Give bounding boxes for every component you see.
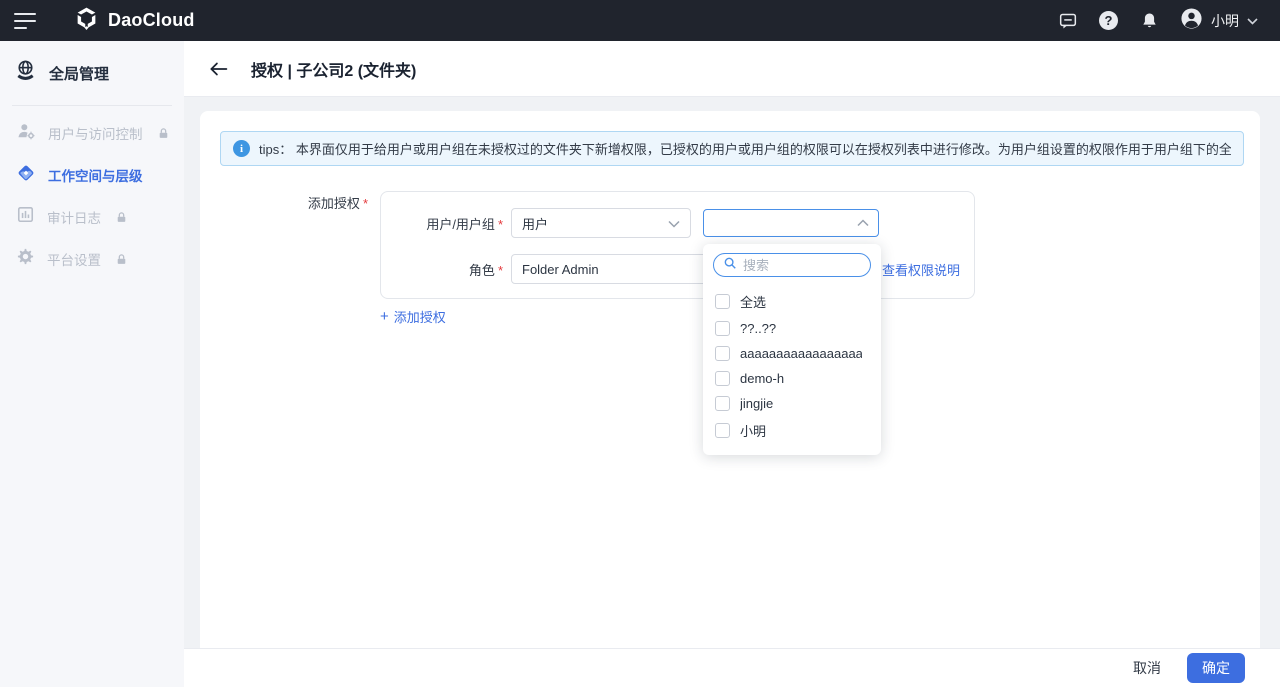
audit-log-icon <box>16 205 35 229</box>
lock-icon <box>157 127 170 140</box>
user-select[interactable] <box>703 209 879 237</box>
sidebar-title-label: 全局管理 <box>49 63 109 84</box>
sidebar-item-platform-settings[interactable]: 平台设置 <box>0 238 184 280</box>
info-icon: i <box>233 140 250 157</box>
user-type-select[interactable]: 用户 <box>511 208 691 238</box>
option-checkbox[interactable] <box>715 396 730 411</box>
logo-text: DaoCloud <box>108 10 195 31</box>
menu-toggle-icon[interactable] <box>12 6 46 36</box>
gear-icon <box>16 247 35 271</box>
role-value: Folder Admin <box>522 262 599 277</box>
user-access-icon <box>16 121 36 146</box>
footer-action-bar: 取消 确定 <box>184 648 1280 687</box>
sidebar: 全局管理 用户与访问控制 <box>0 41 184 687</box>
chevron-down-icon <box>668 216 680 231</box>
option-checkbox[interactable] <box>715 423 730 438</box>
sidebar-divider <box>12 105 172 106</box>
bell-icon[interactable] <box>1139 11 1159 31</box>
dropdown-option[interactable]: 小明 <box>703 416 881 445</box>
avatar-icon <box>1180 7 1203 35</box>
sidebar-item-label: 用户与访问控制 <box>48 123 143 143</box>
section-label: 添加授权* <box>200 191 380 326</box>
header-actions: ? 小明 <box>1058 7 1258 35</box>
lock-icon <box>115 253 128 266</box>
tips-text: tips： 本界面仅用于给用户或用户组在未授权过的文件夹下新增权限，已授权的用户… <box>259 139 1231 158</box>
daocloud-logo[interactable]: DaoCloud <box>74 6 195 36</box>
cancel-button[interactable]: 取消 <box>1133 658 1161 678</box>
sidebar-item-label: 审计日志 <box>47 207 101 227</box>
lock-icon <box>115 211 128 224</box>
search-icon <box>723 256 737 275</box>
user-group-label: 用户/用户组* <box>381 214 503 233</box>
back-arrow-icon[interactable] <box>207 58 229 80</box>
user-type-value: 用户 <box>522 214 548 233</box>
option-checkbox[interactable] <box>715 321 730 336</box>
help-icon[interactable]: ? <box>1099 11 1118 30</box>
sidebar-item-label: 平台设置 <box>47 249 101 269</box>
option-checkbox[interactable] <box>715 346 730 361</box>
globe-icon <box>14 59 37 87</box>
option-checkbox[interactable] <box>715 371 730 386</box>
user-menu[interactable]: 小明 <box>1180 7 1258 35</box>
content-card: i tips： 本界面仅用于给用户或用户组在未授权过的文件夹下新增权限，已授权的… <box>200 111 1260 648</box>
add-authorization-form: 添加授权* 用户/用户组* 用户 <box>200 191 1260 326</box>
dropdown-search[interactable] <box>713 253 871 277</box>
chat-icon[interactable] <box>1058 11 1078 31</box>
required-asterisk: * <box>498 263 503 278</box>
user-name: 小明 <box>1211 11 1239 31</box>
chevron-down-icon <box>1247 12 1258 30</box>
required-asterisk: * <box>363 196 368 211</box>
sidebar-item-label: 工作空间与层级 <box>48 165 143 185</box>
workspace-icon <box>16 163 36 188</box>
plus-icon: + <box>380 310 389 323</box>
dropdown-option[interactable]: demo-h <box>703 366 881 391</box>
user-select-dropdown: 全选 ??..?? aaaaaaaaaaaaaaaaaaa... <box>703 244 881 455</box>
main-area: 授权 | 子公司2 (文件夹) i tips： 本界面仅用于给用户或用户组在未授… <box>184 41 1280 687</box>
dropdown-option[interactable]: aaaaaaaaaaaaaaaaaaa... <box>703 341 881 366</box>
authorization-group-card: 用户/用户组* 用户 <box>380 191 975 299</box>
add-authorization-link[interactable]: + 添加授权 <box>380 307 446 326</box>
search-input[interactable] <box>743 258 861 273</box>
view-permission-description-link[interactable]: 查看权限说明 <box>882 260 960 279</box>
dropdown-option[interactable]: jingjie <box>703 391 881 416</box>
confirm-button[interactable]: 确定 <box>1187 653 1245 683</box>
dropdown-option-select-all[interactable]: 全选 <box>703 287 881 316</box>
page-title: 授权 | 子公司2 (文件夹) <box>251 57 416 81</box>
sidebar-item-audit-log[interactable]: 审计日志 <box>0 196 184 238</box>
chevron-up-icon <box>857 214 869 232</box>
page-title-bar: 授权 | 子公司2 (文件夹) <box>184 41 1280 97</box>
sidebar-item-workspace-hierarchy[interactable]: 工作空间与层级 <box>0 154 184 196</box>
required-asterisk: * <box>498 217 503 232</box>
role-label: 角色* <box>381 260 503 279</box>
option-checkbox[interactable] <box>715 294 730 309</box>
sidebar-item-user-access-control[interactable]: 用户与访问控制 <box>0 112 184 154</box>
tips-banner: i tips： 本界面仅用于给用户或用户组在未授权过的文件夹下新增权限，已授权的… <box>220 131 1244 166</box>
sidebar-title-global-management[interactable]: 全局管理 <box>0 41 184 103</box>
dropdown-option[interactable]: ??..?? <box>703 316 881 341</box>
daocloud-logo-icon <box>74 6 99 36</box>
top-header: DaoCloud ? 小明 <box>0 0 1280 41</box>
